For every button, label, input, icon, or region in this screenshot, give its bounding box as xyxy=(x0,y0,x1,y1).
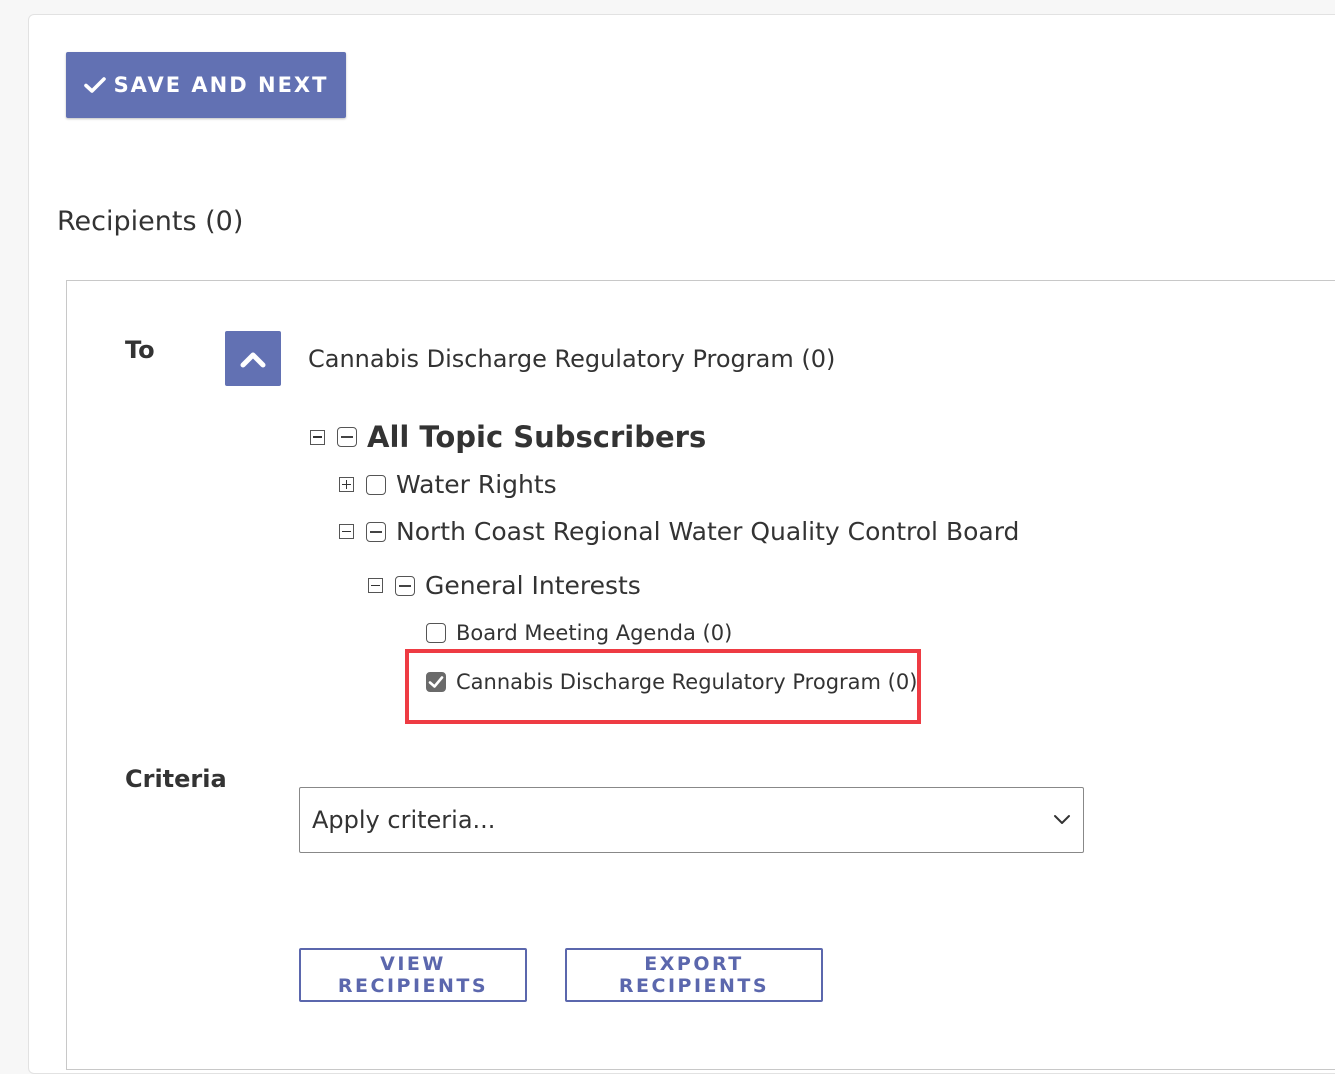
tree-node-cannabis-program: Cannabis Discharge Regulatory Program (0… xyxy=(426,670,917,694)
chevron-down-icon xyxy=(1054,815,1070,824)
recipients-heading: Recipients (0) xyxy=(57,206,244,237)
tree-label-board-meeting-agenda: Board Meeting Agenda (0) xyxy=(456,621,733,645)
view-recipients-button[interactable]: VIEW RECIPIENTS xyxy=(299,948,527,1002)
save-and-next-label: SAVE AND NEXT xyxy=(113,73,329,97)
tree-node-board-meeting-agenda: Board Meeting Agenda (0) xyxy=(426,621,732,645)
tree-node-north-coast: North Coast Regional Water Quality Contr… xyxy=(339,517,1019,546)
tree-label-general-interests: General Interests xyxy=(425,571,641,600)
checkbox-all-topic-subscribers[interactable] xyxy=(337,427,357,447)
chevron-up-icon xyxy=(240,352,266,367)
check-icon xyxy=(428,676,444,688)
checkbox-water-rights[interactable] xyxy=(366,474,386,495)
tree-node-general-interests: General Interests xyxy=(368,571,641,600)
checkbox-board-meeting-agenda[interactable] xyxy=(426,623,446,643)
save-and-next-button[interactable]: SAVE AND NEXT xyxy=(66,52,346,118)
tree-node-all-topic-subscribers: All Topic Subscribers xyxy=(310,420,706,454)
criteria-label: Criteria xyxy=(125,765,227,793)
expand-icon[interactable] xyxy=(339,477,354,492)
tree-label-water-rights: Water Rights xyxy=(396,470,557,499)
export-recipients-button[interactable]: EXPORT RECIPIENTS xyxy=(565,948,823,1002)
collapse-icon[interactable] xyxy=(368,578,383,593)
collapse-icon[interactable] xyxy=(339,524,354,539)
collapse-topics-button[interactable] xyxy=(225,331,281,386)
to-label: To xyxy=(125,336,155,364)
collapse-icon[interactable] xyxy=(310,429,325,445)
tree-label-all-topic-subscribers: All Topic Subscribers xyxy=(367,420,707,454)
tree-node-water-rights: Water Rights xyxy=(339,470,557,499)
criteria-select[interactable]: Apply criteria... xyxy=(299,787,1084,853)
check-icon xyxy=(83,77,106,93)
tree-label-cannabis-program: Cannabis Discharge Regulatory Program (0… xyxy=(456,670,918,694)
checkbox-cannabis-program[interactable] xyxy=(426,672,446,692)
checkbox-general-interests[interactable] xyxy=(395,575,415,596)
selected-topics-summary: Cannabis Discharge Regulatory Program (0… xyxy=(308,345,836,373)
checkbox-north-coast[interactable] xyxy=(366,521,386,542)
criteria-select-value: Apply criteria... xyxy=(312,806,496,834)
tree-label-north-coast: North Coast Regional Water Quality Contr… xyxy=(396,517,1020,546)
